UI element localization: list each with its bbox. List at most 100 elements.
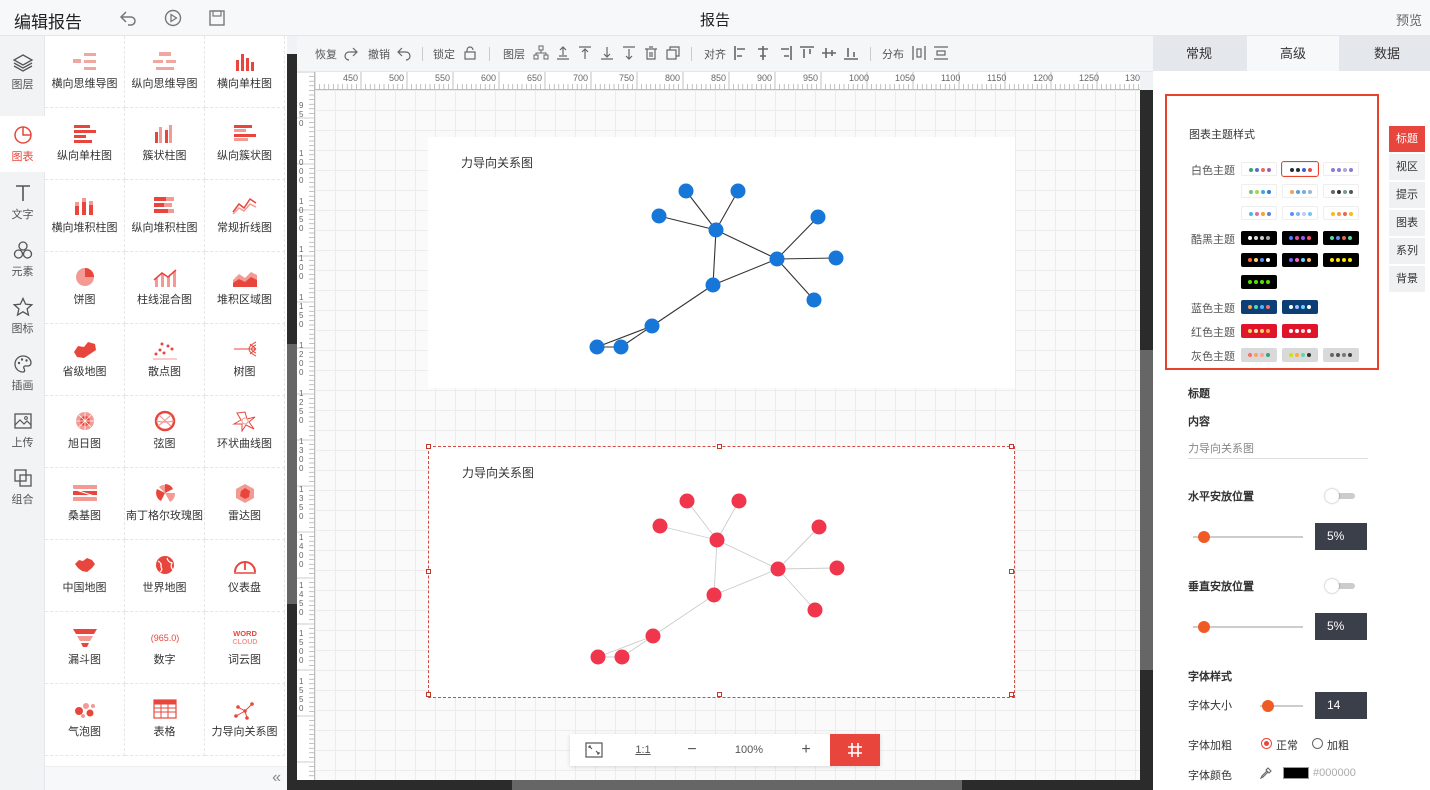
resize-handle-w[interactable] bbox=[426, 569, 431, 574]
scrollbar-thumb[interactable] bbox=[512, 780, 962, 790]
double-chevron-left-icon[interactable]: « bbox=[272, 769, 281, 787]
h-position-value[interactable]: 5% bbox=[1315, 523, 1367, 550]
graph-node[interactable] bbox=[806, 292, 822, 308]
scrollbar-thumb[interactable] bbox=[1140, 350, 1153, 670]
theme-swatch[interactable] bbox=[1282, 300, 1318, 314]
graph-node[interactable] bbox=[807, 602, 823, 618]
graph-node[interactable] bbox=[770, 561, 786, 577]
send-to-back-icon[interactable] bbox=[621, 45, 637, 61]
align-middle-icon[interactable] bbox=[821, 45, 837, 61]
graph-node[interactable] bbox=[731, 493, 747, 509]
graph-node[interactable] bbox=[589, 339, 605, 355]
component-item[interactable]: 纵向思维导图 bbox=[125, 36, 205, 108]
theme-swatch[interactable] bbox=[1241, 300, 1277, 314]
graph-node[interactable] bbox=[709, 532, 725, 548]
weight-bold-radio[interactable] bbox=[1312, 738, 1323, 749]
redo-button[interactable]: 恢复 bbox=[315, 46, 337, 62]
graph-node[interactable] bbox=[705, 277, 721, 293]
graph-node[interactable] bbox=[651, 208, 667, 224]
graph-node[interactable] bbox=[644, 318, 660, 334]
eyedropper-icon[interactable] bbox=[1259, 766, 1273, 780]
theme-swatch[interactable] bbox=[1241, 206, 1277, 220]
weight-normal-radio[interactable] bbox=[1261, 738, 1272, 749]
font-size-value[interactable]: 14 bbox=[1315, 692, 1367, 719]
component-item[interactable]: 树图 bbox=[205, 324, 285, 396]
theme-swatch[interactable] bbox=[1323, 206, 1359, 220]
bring-to-front-icon[interactable] bbox=[577, 45, 593, 61]
side-tab-tooltip[interactable]: 提示 bbox=[1389, 182, 1425, 208]
component-item[interactable]: 仪表盘 bbox=[205, 540, 285, 612]
font-size-slider[interactable] bbox=[1260, 700, 1303, 712]
component-item[interactable]: 散点图 bbox=[125, 324, 205, 396]
copy-icon[interactable] bbox=[665, 45, 681, 61]
sidebar-item-illustrations[interactable]: 插画 bbox=[0, 345, 45, 401]
component-item[interactable]: 常规折线图 bbox=[205, 180, 285, 252]
component-item[interactable]: 饼图 bbox=[45, 252, 125, 324]
align-center-icon[interactable] bbox=[755, 45, 771, 61]
sidebar-item-elements[interactable]: 元素 bbox=[0, 231, 45, 287]
sidebar-item-icons[interactable]: 图标 bbox=[0, 288, 45, 344]
sidebar-item-layers[interactable]: 图层 bbox=[0, 44, 45, 100]
resize-handle-e[interactable] bbox=[1009, 569, 1014, 574]
theme-swatch[interactable] bbox=[1282, 348, 1318, 362]
theme-swatch[interactable] bbox=[1282, 231, 1318, 245]
component-item[interactable]: 弦图 bbox=[125, 396, 205, 468]
resize-handle-ne[interactable] bbox=[1009, 444, 1014, 449]
graph-node[interactable] bbox=[613, 339, 629, 355]
component-item[interactable]: 旭日图 bbox=[45, 396, 125, 468]
component-item[interactable]: 簇状柱图 bbox=[125, 108, 205, 180]
theme-swatch[interactable] bbox=[1241, 348, 1277, 362]
component-item[interactable]: 气泡图 bbox=[45, 684, 125, 756]
theme-swatch[interactable] bbox=[1241, 231, 1277, 245]
theme-swatch[interactable] bbox=[1241, 275, 1277, 289]
play-icon[interactable] bbox=[163, 8, 183, 28]
redo-icon[interactable] bbox=[343, 45, 359, 61]
scrollbar-thumb[interactable] bbox=[287, 344, 297, 604]
theme-swatch[interactable] bbox=[1282, 184, 1318, 198]
graph-node[interactable] bbox=[810, 209, 826, 225]
theme-swatch[interactable] bbox=[1241, 324, 1277, 338]
align-right-icon[interactable] bbox=[777, 45, 793, 61]
component-item[interactable]: 中国地图 bbox=[45, 540, 125, 612]
one-to-one-button[interactable]: 1:1 bbox=[618, 734, 668, 766]
side-tab-series[interactable]: 系列 bbox=[1389, 238, 1425, 264]
tab-data[interactable]: 数据 bbox=[1341, 36, 1430, 71]
undo-button[interactable]: 撤销 bbox=[368, 46, 390, 62]
canvas-vertical-scrollbar[interactable] bbox=[1140, 90, 1153, 780]
chart-card[interactable]: 力导向关系图 bbox=[428, 137, 1015, 388]
v-position-toggle[interactable] bbox=[1325, 579, 1357, 593]
graph-node[interactable] bbox=[679, 493, 695, 509]
v-position-slider[interactable] bbox=[1193, 621, 1303, 633]
content-input[interactable]: 力导向关系图 bbox=[1188, 439, 1368, 459]
chart-card-selected[interactable]: 力导向关系图 bbox=[426, 444, 1015, 698]
component-item[interactable]: 省级地图 bbox=[45, 324, 125, 396]
tab-general[interactable]: 常规 bbox=[1153, 36, 1245, 71]
side-tab-chart[interactable]: 图表 bbox=[1389, 210, 1425, 236]
graph-node[interactable] bbox=[614, 649, 630, 665]
panel-scrollbar[interactable] bbox=[287, 54, 297, 790]
component-item[interactable]: 横向思维导图 bbox=[45, 36, 125, 108]
theme-swatch[interactable] bbox=[1281, 161, 1319, 177]
layer-button[interactable]: 图层 bbox=[503, 46, 525, 62]
save-icon[interactable] bbox=[207, 8, 227, 28]
graph-node[interactable] bbox=[829, 560, 845, 576]
component-item[interactable]: 堆积区域图 bbox=[205, 252, 285, 324]
graph-node[interactable] bbox=[769, 251, 785, 267]
document-title[interactable]: 报告 bbox=[700, 12, 730, 29]
resize-handle-sw[interactable] bbox=[426, 692, 431, 697]
component-item[interactable]: (965.0) 数字 bbox=[125, 612, 205, 684]
font-color-swatch[interactable] bbox=[1283, 767, 1309, 779]
theme-swatch[interactable] bbox=[1323, 162, 1359, 176]
theme-swatch[interactable] bbox=[1282, 206, 1318, 220]
send-backward-icon[interactable] bbox=[599, 45, 615, 61]
zoom-in-button[interactable]: + bbox=[782, 734, 830, 766]
theme-swatch[interactable] bbox=[1323, 184, 1359, 198]
sidebar-item-upload[interactable]: 上传 bbox=[0, 402, 45, 458]
resize-handle-se[interactable] bbox=[1009, 692, 1014, 697]
theme-swatch[interactable] bbox=[1241, 162, 1277, 176]
component-item[interactable]: 纵向簇状图 bbox=[205, 108, 285, 180]
graph-node[interactable] bbox=[811, 519, 827, 535]
component-item[interactable]: 力导向关系图 bbox=[205, 684, 285, 756]
sidebar-item-group[interactable]: 组合 bbox=[0, 459, 45, 515]
component-item[interactable]: 纵向单柱图 bbox=[45, 108, 125, 180]
